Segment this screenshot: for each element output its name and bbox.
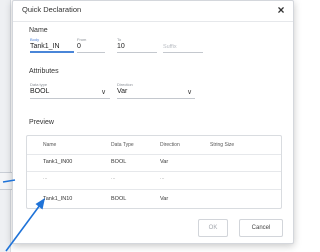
- table-row: Tank1_IN10 BOOL Var: [27, 189, 281, 208]
- table-row: ... ... ...: [27, 171, 281, 190]
- suffix-input[interactable]: Suffix: [163, 44, 177, 50]
- row-direction: Var: [160, 159, 169, 165]
- column-header-direction: Direction: [160, 142, 180, 148]
- row-name: ...: [43, 175, 48, 181]
- preview-section-label: Preview: [29, 119, 54, 126]
- body-input[interactable]: Tank1_IN: [30, 43, 60, 50]
- to-field-label: To: [117, 37, 122, 42]
- background-window-edge: [0, 0, 11, 252]
- attributes-section-label: Attributes: [29, 68, 59, 75]
- quick-declaration-dialog: Quick Declaration × Name Body Tank1_IN F…: [12, 0, 294, 244]
- to-field[interactable]: To 10: [117, 37, 157, 53]
- data-type-label: Data type: [30, 82, 48, 87]
- to-underline: [117, 52, 157, 53]
- suffix-field[interactable]: Suffix: [163, 37, 203, 53]
- direction-dropdown[interactable]: Direction Var ∨: [117, 82, 195, 99]
- chevron-down-icon: ∨: [187, 89, 193, 96]
- row-data-type: ...: [111, 175, 116, 181]
- direction-value: Var: [117, 88, 128, 95]
- direction-label: Direction: [117, 82, 133, 87]
- to-input[interactable]: 10: [117, 43, 125, 50]
- direction-underline: [117, 98, 195, 99]
- data-type-underline: [30, 98, 110, 99]
- column-header-string-size: String Size: [210, 142, 235, 148]
- row-name: Tank1_IN00: [43, 159, 73, 165]
- name-section-label: Name: [29, 27, 48, 34]
- row-direction: Var: [160, 196, 169, 202]
- row-data-type: BOOL: [111, 196, 127, 202]
- body-field[interactable]: Body Tank1_IN: [30, 37, 74, 53]
- column-header-name: Name: [43, 142, 57, 148]
- from-input[interactable]: 0: [77, 43, 81, 50]
- ok-button[interactable]: OK: [198, 219, 228, 237]
- body-underline: [30, 51, 74, 53]
- row-data-type: BOOL: [111, 159, 127, 165]
- body-field-label: Body: [30, 37, 40, 42]
- dialog-title: Quick Declaration: [22, 5, 82, 14]
- data-type-dropdown[interactable]: Data type BOOL ∨: [30, 82, 110, 99]
- from-field[interactable]: From 0: [77, 37, 105, 53]
- close-icon[interactable]: ×: [274, 3, 288, 17]
- table-row: Tank1_IN00 BOOL Var: [27, 154, 281, 172]
- chevron-down-icon: ∨: [101, 89, 107, 96]
- row-name: Tank1_IN10: [43, 196, 73, 202]
- from-underline: [77, 52, 105, 53]
- column-header-data-type: Data Type: [111, 142, 134, 148]
- from-field-label: From: [77, 37, 87, 42]
- cancel-button[interactable]: Cancel: [239, 219, 283, 237]
- dialog-title-bar: Quick Declaration ×: [13, 1, 293, 22]
- suffix-underline: [163, 52, 203, 53]
- data-type-value: BOOL: [30, 88, 50, 95]
- table-header-row: Name Data Type Direction String Size: [27, 136, 281, 155]
- row-direction: ...: [160, 175, 165, 181]
- preview-table: Name Data Type Direction String Size Tan…: [26, 135, 282, 209]
